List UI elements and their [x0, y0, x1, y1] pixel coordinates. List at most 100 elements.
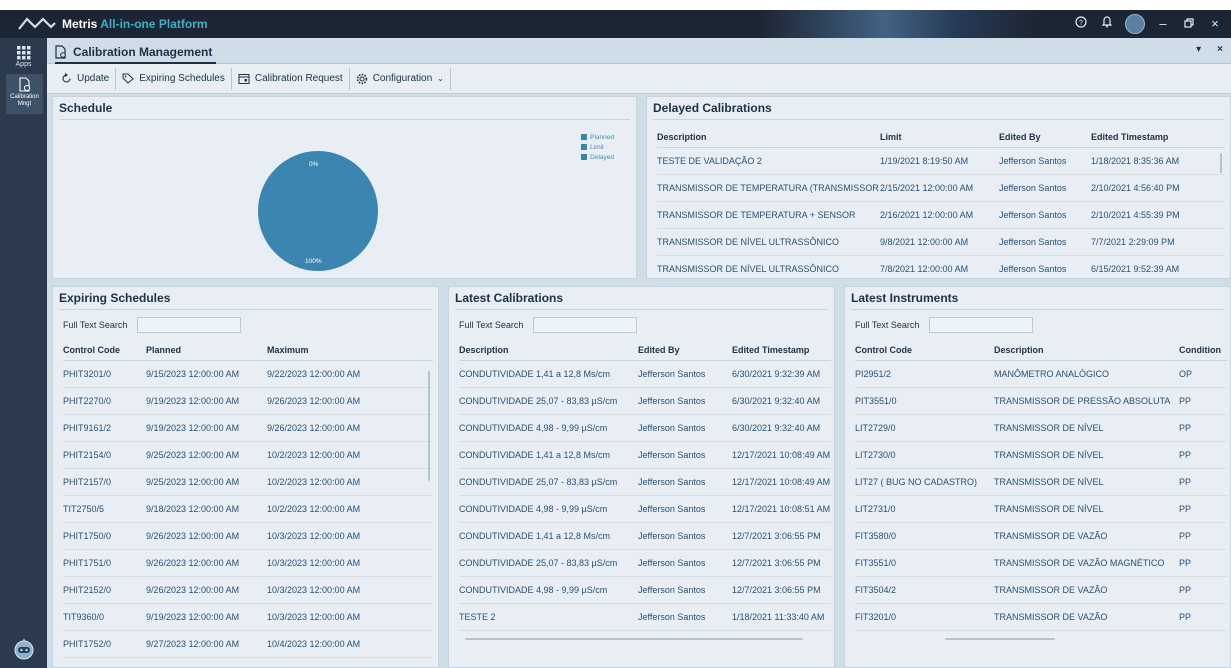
column-header-control-code[interactable]: Control Code	[855, 340, 994, 361]
table-row[interactable]: PHIT2152/0 9/26/2023 12:00:00 AM 10/3/2023…	[63, 576, 433, 604]
column-header-description[interactable]: Description	[994, 340, 1179, 361]
horizontal-scrollbar[interactable]	[945, 638, 1055, 640]
table-row[interactable]: PIT3551/0 TRANSMISSOR DE PRESSÃO ABSOLUTA…	[855, 387, 1227, 415]
calibration-label: Calibration	[10, 94, 39, 100]
table-row[interactable]: CONDUTIVIDADE 4,98 - 9,99 µS/cm Jefferson…	[459, 576, 831, 604]
search-input[interactable]	[137, 317, 242, 333]
table-row[interactable]: PHIT2270/0 9/19/2023 12:00:00 AM 9/26/2023…	[63, 387, 433, 415]
table-cell: PHIT1750/0	[63, 522, 146, 550]
column-header-planned[interactable]: Planned	[146, 340, 267, 361]
configuration-dropdown[interactable]: Configuration ⌄	[350, 67, 451, 90]
legend-item-planned[interactable]: Planned	[581, 133, 614, 143]
table-cell: 10/3/2023 12:00:00 AM	[267, 576, 433, 604]
minimize-icon[interactable]: –	[1155, 14, 1171, 34]
legend-item-limit[interactable]: Limit	[581, 143, 614, 153]
table-cell: CONDUTIVIDADE 1,41 a 12,8 Ms/cm	[459, 522, 638, 550]
table-row[interactable]: TRANSMISSOR DE NÍVEL ULTRASSÔNICO 9/8/202…	[657, 228, 1225, 256]
title-divider	[59, 309, 432, 310]
horizontal-scrollbar[interactable]	[465, 638, 803, 640]
table-cell: Jefferson Santos	[999, 201, 1091, 229]
table-row[interactable]: PHIT2154/0 9/25/2023 12:00:00 AM 10/2/2023…	[63, 441, 433, 469]
search-input[interactable]	[929, 317, 1034, 333]
calibration-app-button[interactable]: Calibration Mngt	[6, 74, 43, 114]
bell-icon[interactable]	[1099, 14, 1115, 34]
table-row[interactable]: FIT3201/0 TRANSMISSOR DE VAZÃO PP	[855, 603, 1227, 631]
table-row[interactable]: TESTE DE VALIDAÇÃO 2 1/19/2021 8:19:50 AM…	[657, 147, 1225, 175]
table-row[interactable]: CONDUTIVIDADE 1,41 a 12,8 Ms/cm Jefferson…	[459, 360, 831, 388]
table-cell: 9/26/2023 12:00:00 AM	[267, 387, 433, 415]
table-row[interactable]: LIT27 ( BUG NO CADASTRO) TRANSMISSOR DE N…	[855, 468, 1227, 496]
table-row[interactable]: PHIT9161/2 9/19/2023 12:00:00 AM 9/26/2023…	[63, 414, 433, 442]
table-row[interactable]: CONDUTIVIDADE 25,07 - 83,83 µS/cm Jeffers…	[459, 549, 831, 577]
table-row[interactable]: CONDUTIVIDADE 25,07 - 83,83 µS/cm Jeffers…	[459, 387, 831, 415]
table-header-row: Control Code Planned Maximum	[63, 340, 433, 361]
table-row[interactable]: PHIT1750/0 9/26/2023 12:00:00 AM 10/3/2023…	[63, 522, 433, 550]
expiring-schedules-label: Expiring Schedules	[139, 73, 225, 84]
table-row[interactable]: TRANSMISSOR DE TEMPERATURA + SENSOR 2/16/…	[657, 201, 1225, 229]
calibration-request-button[interactable]: Calibration Request	[232, 67, 350, 90]
table-row[interactable]: CONDUTIVIDADE 1,41 a 12,8 Ms/cm Jefferson…	[459, 441, 831, 469]
title-divider	[851, 309, 1224, 310]
table-row[interactable]: LIT2731/0 TRANSMISSOR DE NÍVEL PP	[855, 495, 1227, 523]
table-row[interactable]: FIT3504/2 TRANSMISSOR DE VAZÃO PP	[855, 576, 1227, 604]
column-header-edited-by[interactable]: Edited By	[999, 127, 1091, 148]
column-header-edited-by[interactable]: Edited By	[638, 340, 732, 361]
column-header-limit[interactable]: Limit	[880, 127, 999, 148]
table-row[interactable]: TESTE 2 Jefferson Santos 1/18/2021 11:33:4…	[459, 603, 831, 631]
table-row[interactable]: FIT3551/0 TRANSMISSOR DE VAZÃO MAGNÉTICO P…	[855, 549, 1227, 577]
table-row[interactable]: CONDUTIVIDADE 1,41 a 12,8 Ms/cm Jefferson…	[459, 522, 831, 550]
table-row[interactable]: LIT2730/0 TRANSMISSOR DE NÍVEL PP	[855, 441, 1227, 469]
table-cell: TESTE 2	[459, 603, 638, 631]
table-row[interactable]: CONDUTIVIDADE 25,07 - 83,83 µS/cm Jeffers…	[459, 468, 831, 496]
schedule-panel: Schedule Planned Limit Delayed 0% 100%	[52, 96, 637, 279]
table-row[interactable]: CONDUTIVIDADE 4,98 - 9,99 µS/cm Jefferson…	[459, 414, 831, 442]
table-row[interactable]: PI2951/2 MANÔMETRO ANALÓGICO OP	[855, 360, 1227, 388]
table-body: PHIT3201/0 9/15/2023 12:00:00 AM 9/22/2023…	[63, 360, 433, 658]
apps-button[interactable]: Apps	[0, 44, 47, 72]
update-button[interactable]: Update	[55, 67, 117, 90]
table-cell: Jefferson Santos	[638, 387, 732, 415]
table-row[interactable]: TIT2750/5 9/18/2023 12:00:00 AM 10/2/2023 …	[63, 495, 433, 523]
column-header-condition[interactable]: Condition	[1179, 340, 1227, 361]
pie-slice-planned[interactable]	[258, 151, 378, 271]
tab-menu-icon[interactable]: ▾	[1196, 44, 1201, 55]
table-row[interactable]: PHIT3201/0 9/15/2023 12:00:00 AM 9/22/2023…	[63, 360, 433, 388]
column-header-control-code[interactable]: Control Code	[63, 340, 146, 361]
column-header-maximum[interactable]: Maximum	[267, 340, 433, 361]
table-row[interactable]: TRANSMISSOR DE TEMPERATURA (TRANSMISSOR 2…	[657, 174, 1225, 202]
table-row[interactable]: PHIT1751/0 9/26/2023 12:00:00 AM 10/3/2023…	[63, 549, 433, 577]
search-input[interactable]	[533, 317, 638, 333]
tab-calibration-management[interactable]: Calibration Management	[55, 42, 217, 64]
column-header-description[interactable]: Description	[459, 340, 638, 361]
help-icon[interactable]: ?	[1073, 14, 1089, 34]
legend-item-delayed[interactable]: Delayed	[581, 153, 614, 163]
table-row[interactable]: LIT2729/0 TRANSMISSOR DE NÍVEL PP	[855, 414, 1227, 442]
assistant-robot-icon[interactable]	[12, 638, 36, 660]
table-cell: TRANSMISSOR DE NÍVEL	[994, 414, 1179, 442]
table-cell: PHIT2152/0	[63, 576, 146, 604]
table-cell: 9/15/2023 12:00:00 AM	[146, 360, 267, 388]
table-row[interactable]: PHIT2157/0 9/25/2023 12:00:00 AM 10/2/2023…	[63, 468, 433, 496]
table-row[interactable]: TIT9360/0 9/19/2023 12:00:00 AM 10/3/2023 …	[63, 603, 433, 631]
column-header-edited-timestamp[interactable]: Edited Timestamp	[1091, 127, 1225, 148]
column-header-description[interactable]: Description	[657, 127, 880, 148]
table-cell: TRANSMISSOR DE VAZÃO MAGNÉTICO	[994, 549, 1179, 577]
restore-icon[interactable]	[1181, 14, 1197, 34]
table-cell: 9/19/2023 12:00:00 AM	[146, 603, 267, 631]
table-row[interactable]: FIT3580/0 TRANSMISSOR DE VAZÃO PP	[855, 522, 1227, 550]
expiring-schedules-button[interactable]: Expiring Schedules	[116, 67, 232, 90]
table-row[interactable]: PHIT1752/0 9/27/2023 12:00:00 AM 10/4/2023…	[63, 630, 433, 658]
tab-bar: Calibration Management ▾ ×	[47, 38, 1231, 64]
legend-swatch	[581, 144, 588, 151]
close-icon[interactable]: ×	[1207, 14, 1223, 34]
tab-close-icon[interactable]: ×	[1217, 44, 1223, 55]
table-cell: TIT2750/5	[63, 495, 146, 523]
table-row[interactable]: CONDUTIVIDADE 4,98 - 9,99 µS/cm Jefferson…	[459, 495, 831, 523]
table-row[interactable]: TRANSMISSOR DE NÍVEL ULTRASSÔNICO 7/8/202…	[657, 255, 1225, 283]
column-header-edited-timestamp[interactable]: Edited Timestamp	[732, 340, 831, 361]
vertical-scrollbar[interactable]	[428, 371, 430, 481]
delayed-calibrations-table: Description Limit Edited By Edited Times…	[657, 127, 1225, 283]
vertical-scrollbar[interactable]	[1220, 153, 1222, 173]
user-avatar[interactable]	[1125, 14, 1145, 34]
table-cell: LIT2731/0	[855, 495, 994, 523]
